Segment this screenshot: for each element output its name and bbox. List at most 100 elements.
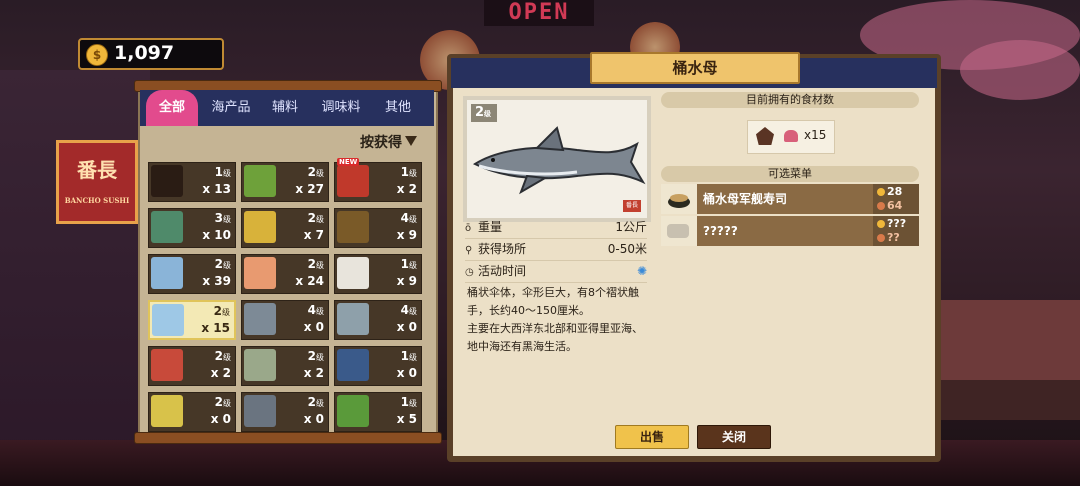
owned-header: 目前拥有的食材数	[661, 92, 919, 108]
sort-dropdown[interactable]: 按获得	[360, 132, 417, 152]
sauce-jar-icon	[337, 165, 369, 197]
yellow-bottle-icon	[244, 211, 276, 243]
item-count: x 7	[303, 228, 324, 242]
item-level-value: 2	[307, 349, 316, 363]
item-count: x 9	[396, 228, 417, 242]
inventory-item[interactable]: 2级 x 0	[241, 392, 329, 432]
grey-shark-icon	[244, 395, 276, 427]
tab-all[interactable]: 全部	[146, 90, 198, 126]
item-portrait: 2级 番長	[463, 96, 651, 222]
tab-seafood[interactable]: 海产品	[204, 90, 258, 126]
item-count: x 0	[396, 366, 417, 380]
item-level-value: 1	[400, 349, 409, 363]
weight-icon: ō	[465, 223, 472, 234]
dish-row[interactable]: 桶水母军舰寿司 28 64	[661, 184, 919, 214]
inventory-item[interactable]: 2级 x 39	[148, 254, 236, 294]
inventory-item[interactable]: 1级 x 5	[334, 392, 422, 432]
inventory-item[interactable]: 1级 x 0	[334, 346, 422, 386]
item-level-suffix: 级	[222, 308, 230, 317]
item-level-suffix: 级	[223, 353, 231, 362]
inventory-panel: 全部 海产品 辅料 调味料 其他 按获得 1级 x 13 2级 x 27 NEW 1级 x …	[134, 80, 442, 444]
tab-ingredients[interactable]: 辅料	[264, 90, 306, 126]
active-time-row: ◷ 活动时间 ✺	[465, 260, 647, 283]
description-line: 主要在大西洋东北部和亚得里亚海、地中海还有黑海生活。	[467, 322, 643, 353]
item-level: 2级	[308, 211, 324, 225]
item-count: x 0	[303, 412, 324, 426]
item-level-value: 4	[400, 211, 409, 225]
item-level-value: 1	[400, 165, 409, 179]
dish-price-row: ???	[877, 217, 906, 230]
item-count: x 2	[210, 366, 231, 380]
dish-taste: 64	[887, 199, 903, 212]
item-count: x 27	[295, 182, 324, 196]
coin-icon: $	[86, 44, 108, 66]
item-level-value: 4	[400, 303, 409, 317]
shop-counter	[940, 300, 1080, 420]
item-level: 1级	[401, 165, 417, 179]
coin-icon	[877, 220, 885, 228]
crab-icon	[244, 257, 276, 289]
inventory-item[interactable]: 4级 x 9	[334, 208, 422, 248]
inventory-item[interactable]: 2级 x 2	[241, 346, 329, 386]
tab-seasoning[interactable]: 调味料	[314, 90, 368, 126]
item-count: x 15	[201, 321, 230, 335]
inventory-item[interactable]: 2级 x 15	[148, 300, 236, 340]
location-icon: ⚲	[465, 245, 473, 256]
dish-row[interactable]: ????? ??? ??	[661, 216, 919, 246]
inventory-item[interactable]: 2级 x 27	[241, 162, 329, 202]
item-title: 桶水母	[590, 52, 800, 84]
dish-taste: ??	[887, 231, 900, 244]
item-level-suffix: 级	[223, 261, 231, 270]
grade-badge: 2级	[471, 104, 498, 122]
item-count: x 13	[202, 182, 231, 196]
inventory-item[interactable]: 1级 x 9	[334, 254, 422, 294]
locked-dish-icon	[667, 224, 689, 238]
lionfish-icon	[151, 349, 183, 381]
open-sign: OPEN	[484, 0, 594, 26]
location-row: ⚲ 获得场所 0-50米	[465, 238, 647, 261]
dish-name: 桶水母军舰寿司	[703, 192, 788, 206]
inventory-item[interactable]: 1级 x 13	[148, 162, 236, 202]
item-level-value: 1	[400, 395, 409, 409]
item-level-suffix: 级	[223, 399, 231, 408]
jellyfish-icon	[784, 130, 798, 142]
inventory-item[interactable]: 4级 x 0	[334, 300, 422, 340]
shop-sign-subtext: BANCHO SUSHI	[64, 196, 130, 205]
coin-counter: $ 1,097	[78, 38, 224, 70]
item-level-value: 2	[214, 395, 223, 409]
barracuda-icon	[337, 303, 369, 335]
inventory-item[interactable]: 2级 x 7	[241, 208, 329, 248]
green-fish-icon	[151, 211, 183, 243]
item-level-value: 4	[307, 303, 316, 317]
owned-count-box: x15	[747, 120, 835, 154]
item-level: 2级	[308, 165, 324, 179]
dish-price: ???	[887, 217, 907, 230]
tab-other[interactable]: 其他	[376, 90, 420, 126]
item-level-suffix: 级	[316, 261, 324, 270]
item-level-value: 2	[307, 165, 316, 179]
inventory-item[interactable]: 3级 x 10	[148, 208, 236, 248]
inventory-item[interactable]: 2级 x 2	[148, 346, 236, 386]
item-level: 2级	[308, 349, 324, 363]
location-label: 获得场所	[478, 242, 527, 256]
inventory-item[interactable]: 4级 x 0	[241, 300, 329, 340]
item-count: x 0	[303, 320, 324, 334]
taste-icon	[877, 234, 885, 242]
coin-icon	[877, 188, 885, 196]
close-button[interactable]: 关闭	[697, 425, 771, 449]
new-badge: NEW	[337, 158, 360, 166]
barrel-jellyfish-icon	[152, 304, 184, 336]
inventory-item[interactable]: 2级 x 0	[148, 392, 236, 432]
counter-tables	[940, 380, 1080, 420]
sell-button[interactable]: 出售	[615, 425, 689, 449]
item-level-value: 1	[214, 165, 223, 179]
inventory-item[interactable]: NEW 1级 x 2	[334, 158, 422, 202]
grade-value: 2	[475, 105, 485, 120]
inventory-item[interactable]: 2级 x 24	[241, 254, 329, 294]
taste-icon	[877, 202, 885, 210]
dish-thumb	[661, 216, 697, 246]
salt-icon	[337, 257, 369, 289]
owned-count: x15	[804, 128, 827, 142]
scroll-rod-bottom	[134, 432, 442, 444]
item-level: 2级	[215, 395, 231, 409]
